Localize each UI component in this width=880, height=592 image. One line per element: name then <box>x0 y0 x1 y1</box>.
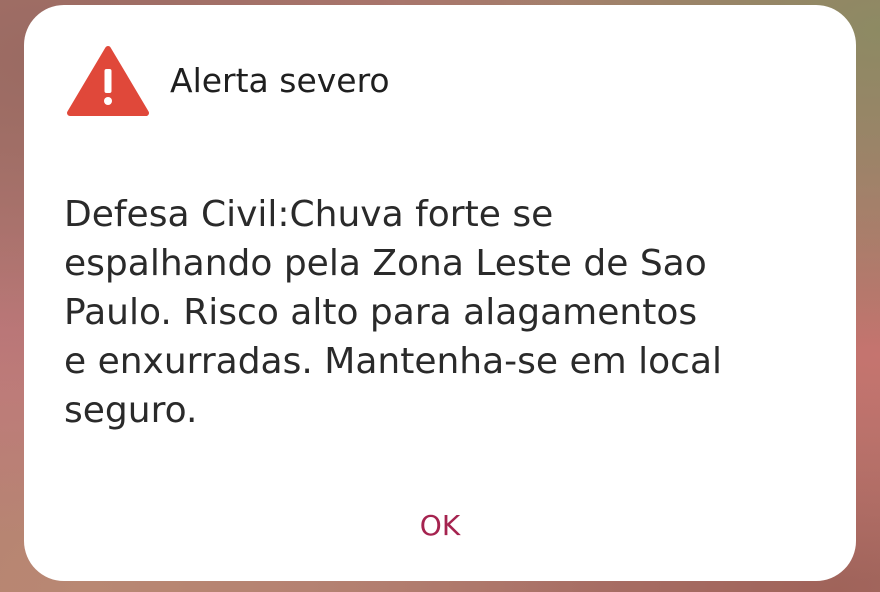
dialog-title: Alerta severo <box>170 61 390 100</box>
ok-button[interactable]: OK <box>399 497 481 553</box>
alert-message: Defesa Civil:Chuva forte se espalhando p… <box>64 194 723 431</box>
dialog-header: Alerta severo <box>66 45 390 117</box>
severe-alert-dialog: Alerta severo Defesa Civil:Chuva forte s… <box>24 5 856 581</box>
warning-triangle-icon <box>67 46 149 116</box>
